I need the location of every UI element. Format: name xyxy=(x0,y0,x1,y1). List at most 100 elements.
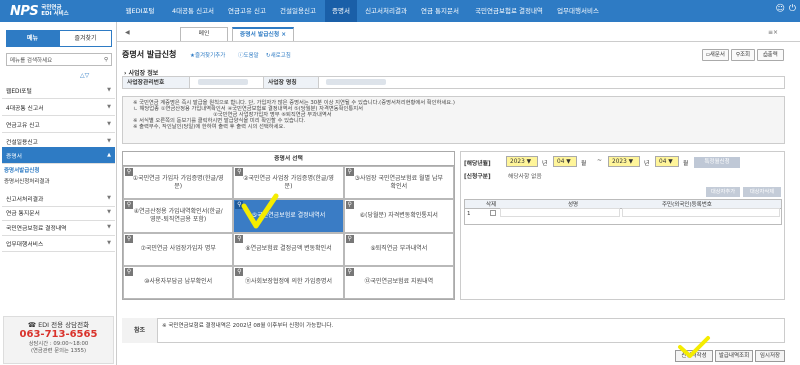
sidebar-item-label: 국민연금보험료 결정내역 xyxy=(6,225,67,232)
sidebar-toggle-icons[interactable]: △▽ xyxy=(80,72,89,79)
cert-option-5-selected[interactable]: ⚲ ⑤국민연금보험료 결정내역서 xyxy=(233,199,344,233)
magnifier-icon[interactable]: ⚲ xyxy=(235,234,244,243)
user-icon[interactable]: ☺ xyxy=(775,4,784,14)
magnifier-icon[interactable]: ⚲ xyxy=(345,201,354,210)
query-button[interactable]: ⚲조회 xyxy=(731,49,755,61)
category-label: [신청구분] xyxy=(464,174,491,180)
chevron-up-icon: ▲ xyxy=(107,152,111,158)
magnifier-icon[interactable]: ⚲ xyxy=(345,234,354,243)
chevron-down-icon: ▼ xyxy=(107,209,111,215)
from-month-value: 04 xyxy=(557,159,565,165)
nav-agency-service[interactable]: 업무대행서비스 xyxy=(552,0,604,22)
magnifier-icon[interactable]: ⚲ xyxy=(345,168,354,176)
cert-option-6[interactable]: ⚲ ⑥(당월분) 자격변동확인통지서 xyxy=(343,199,454,233)
sidebar-item-web-edi-portal[interactable]: 웹EDI포털 ▼ xyxy=(2,82,115,99)
issue-history-button[interactable]: 발급내역조회 xyxy=(715,350,753,362)
nav-certificate[interactable]: 증명서 xyxy=(325,0,357,22)
cert-option-2[interactable]: ⚲ ②국민연금 사업장 가입증명(한글/영문) xyxy=(233,166,344,200)
chevron-down-icon: ▼ xyxy=(107,104,111,110)
cert-option-label: ⑧연금보험료 결정금액 변동확인서 xyxy=(245,245,332,253)
help-link[interactable]: ⓘ도움말 xyxy=(238,51,259,59)
refresh-label: 새로고침 xyxy=(270,53,291,59)
add-favorite-label: 즐겨찾기추가 xyxy=(194,53,226,59)
cert-option-label: ⑥(당월분) 자격변동확인통지서 xyxy=(359,211,438,219)
power-icon[interactable]: ⏻ xyxy=(789,4,796,14)
cert-option-12[interactable]: ⚲ ⑫국민연금보험료 지원내역 xyxy=(343,265,454,299)
chevron-down-icon: ▼ xyxy=(107,138,111,144)
cert-option-10[interactable]: ⚲ ⑩사용자부담금 납부확인서 xyxy=(123,265,234,299)
sidebar-item-agency-service[interactable]: 업무대행서비스 ▼ xyxy=(2,235,115,252)
cert-option-label: ②국민연금 사업장 가입증명(한글/영문) xyxy=(243,174,334,190)
search-icon[interactable]: ⚲ xyxy=(104,57,108,63)
sidebar-item-common-report[interactable]: 4대공통 신고서 ▼ xyxy=(2,99,115,116)
specific-month-button[interactable]: 특정월신청 xyxy=(694,157,740,168)
nps-logo[interactable]: NPS 국민연금 EDI 서비스 xyxy=(0,0,112,22)
tab-cert-apply[interactable]: 증명서 발급신청 × xyxy=(232,27,294,41)
query-label: 조회 xyxy=(739,52,751,58)
nav-report-result[interactable]: 신고서처리결과 xyxy=(358,0,414,22)
nav-notice-docs[interactable]: 연금 통지문서 xyxy=(415,0,465,22)
menu-search-input[interactable]: 메뉴를 검색하세요 ⚲ xyxy=(6,53,112,66)
magnifier-icon[interactable]: ⚲ xyxy=(235,267,244,276)
cert-option-4[interactable]: ⚲ ④연금산정용 가입내역확인서(한글/영문-퇴직연금용 포함) xyxy=(123,199,234,233)
nav-premium-decision[interactable]: 국민연금보험료 결정내역 xyxy=(467,0,551,22)
sidebar-item-label: 업무대행서비스 xyxy=(6,241,44,248)
cert-option-3[interactable]: ⚲ ③사업장 국민연금보험료 월별 납부확인서 xyxy=(343,166,454,200)
sidebar-subitem-cert-result[interactable]: 증명서신청처리결과 xyxy=(4,177,50,185)
tab-main[interactable]: 메인 xyxy=(180,27,228,41)
print-label: 출력 xyxy=(767,52,778,58)
nav-web-edi-portal[interactable]: 웹EDI포털 xyxy=(118,0,162,22)
sidebar-tab-menu[interactable]: 메뉴 xyxy=(6,30,59,47)
remark-label: 참조 xyxy=(122,318,158,343)
cert-option-7[interactable]: ⚲ ⑦국민연금 사업장가입자 명부 xyxy=(123,232,234,266)
magnifier-icon[interactable]: ⚲ xyxy=(235,168,244,176)
help-title-text: EDI 전용 상담전화 xyxy=(38,321,90,329)
magnifier-icon[interactable]: ⚲ xyxy=(125,267,133,276)
row-resident-no-input[interactable] xyxy=(622,208,780,217)
sidebar-item-certificate[interactable]: 증명서 ▲ xyxy=(2,147,115,164)
tab-label: 증명서 발급신청 xyxy=(239,32,280,38)
delete-person-button[interactable]: 대상자삭제 xyxy=(743,187,781,197)
nav-pension-report[interactable]: 연금고유 신고 xyxy=(222,0,272,22)
sidebar-item-label: 웹EDI포털 xyxy=(6,88,32,95)
to-year-select[interactable]: 2023 ▼ xyxy=(608,156,640,167)
tab-scroll-left-icon[interactable]: ◀ xyxy=(125,29,130,36)
from-month-select[interactable]: 04 ▼ xyxy=(553,156,577,167)
row-delete-checkbox[interactable] xyxy=(490,210,496,216)
col-name: 성명 xyxy=(568,202,579,208)
cert-option-label: ⑦국민연금 사업장가입자 명부 xyxy=(140,245,216,253)
tabs-menu-icon[interactable]: ≡× xyxy=(768,29,778,36)
period-label: [해당년월] xyxy=(464,161,491,167)
close-icon[interactable]: × xyxy=(281,32,286,38)
nav-daily-worker[interactable]: 건설일용신고 xyxy=(273,0,323,22)
magnifier-icon[interactable]: ⚲ xyxy=(345,267,354,276)
apply-form-button[interactable]: 신청서작성 xyxy=(675,350,713,362)
to-month-select[interactable]: 04 ▼ xyxy=(655,156,679,167)
print-button[interactable]: ⎙출력 xyxy=(757,49,784,61)
add-person-button[interactable]: 대상자추가 xyxy=(706,187,740,197)
sidebar-item-premium-decision[interactable]: 국민연금보험료 결정내역 ▼ xyxy=(2,219,115,236)
temp-save-button[interactable]: 임시저장 xyxy=(755,350,785,362)
to-month-value: 04 xyxy=(659,159,667,165)
cert-option-11[interactable]: ⚲ ⑪사회보장협정에 의한 가입증명서 xyxy=(233,265,344,299)
sidebar-item-pension-report[interactable]: 연금고유 신고 ▼ xyxy=(2,116,115,133)
sidebar-item-label: 건설일용신고 xyxy=(6,139,38,146)
cert-option-1[interactable]: ⚲ ①국민연금 가입자 가입증명(한글/영문) xyxy=(123,166,234,200)
logo-mark: NPS xyxy=(10,3,39,19)
sidebar-tab-favorites[interactable]: 즐겨찾기 xyxy=(59,30,112,47)
refresh-link[interactable]: ↻새로고침 xyxy=(266,51,291,59)
row-name-input[interactable] xyxy=(500,208,620,217)
cert-option-9[interactable]: ⚲ ⑨퇴직연금 부과내역서 xyxy=(343,232,454,266)
add-favorite-link[interactable]: ★즐겨찾기추가 xyxy=(190,51,225,59)
nav-common-report[interactable]: 4대공통 신고서 xyxy=(164,0,222,22)
magnifier-icon[interactable]: ⚲ xyxy=(235,201,244,210)
magnifier-icon[interactable]: ⚲ xyxy=(125,168,133,176)
magnifier-icon[interactable]: ⚲ xyxy=(125,201,133,210)
from-year-select[interactable]: 2023 ▼ xyxy=(506,156,538,167)
sidebar-subitem-cert-apply[interactable]: 증명서발급신청 xyxy=(4,166,39,174)
chevron-down-icon: ▼ xyxy=(107,224,111,230)
magnifier-icon[interactable]: ⚲ xyxy=(125,234,133,243)
cert-option-8[interactable]: ⚲ ⑧연금보험료 결정금액 변동확인서 xyxy=(233,232,344,266)
period-separator: ~ xyxy=(597,158,602,164)
new-document-button[interactable]: ▫새문서 xyxy=(702,49,729,61)
